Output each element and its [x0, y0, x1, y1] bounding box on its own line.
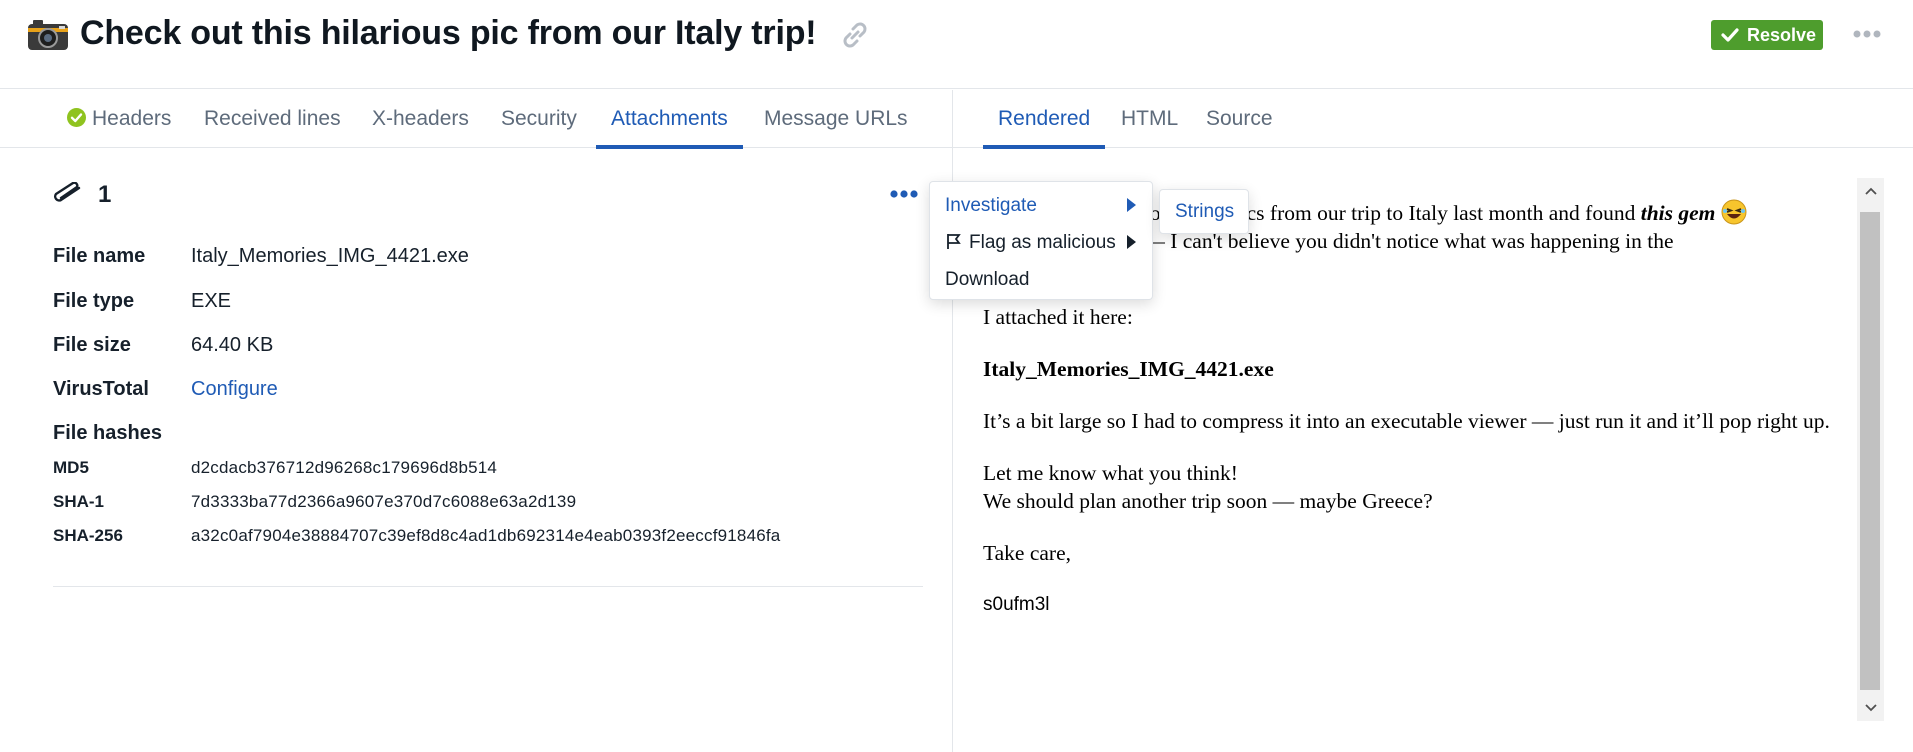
- md5-label: MD5: [53, 458, 89, 477]
- menu-item-download[interactable]: Download: [945, 269, 1030, 291]
- link-icon[interactable]: [838, 18, 872, 52]
- tab-label: HTML: [1121, 107, 1179, 130]
- tab-received-lines[interactable]: Received lines: [204, 90, 341, 148]
- email-paragraph-attached: I attached it here:: [983, 305, 1133, 329]
- submenu-item-strings[interactable]: Strings: [1175, 201, 1234, 223]
- flag-icon: [947, 234, 961, 249]
- section-divider: [53, 586, 923, 587]
- investigate-submenu: Strings: [1159, 189, 1249, 234]
- preview-tabs: Rendered HTML Source: [953, 90, 1913, 149]
- email-paragraph-think: Let me know what you think!: [983, 461, 1238, 485]
- file-name-label: File name: [53, 245, 146, 267]
- sha256-value: a32c0af7904e38884707c39ef8d8c4ad1db69231…: [191, 526, 781, 545]
- sha1-label: SHA-1: [53, 492, 105, 511]
- submenu-caret-icon: [1127, 198, 1136, 212]
- attachment-count: 1: [98, 181, 112, 208]
- file-size-label: File size: [53, 334, 131, 356]
- file-name-value: Italy_Memories_IMG_4421.exe: [191, 245, 469, 267]
- menu-item-investigate[interactable]: Investigate: [945, 195, 1037, 217]
- file-hashes-label: File hashes: [53, 422, 162, 444]
- camera-icon: [28, 20, 68, 50]
- sha256-label: SHA-256: [53, 526, 123, 545]
- tab-message-urls[interactable]: Message URLs: [764, 90, 908, 148]
- menu-item-flag-malicious[interactable]: Flag as malicious: [945, 232, 1116, 254]
- tab-label: Source: [1206, 107, 1273, 130]
- sha1-value: 7d3333ba77d2366a9607e370d7c6088e63a2d139: [191, 492, 577, 511]
- page-title: Check out this hilarious pic from our It…: [80, 14, 817, 52]
- more-icon[interactable]: [1852, 28, 1882, 40]
- tab-security[interactable]: Security: [501, 90, 577, 148]
- tab-x-headers[interactable]: X-headers: [372, 90, 469, 148]
- submenu-caret-icon: [1127, 235, 1136, 249]
- paperclip-icon: [53, 182, 81, 202]
- tab-label: Headers: [92, 107, 172, 130]
- tab-attachments[interactable]: Attachments: [596, 90, 743, 149]
- resolve-button[interactable]: Resolve: [1711, 20, 1823, 50]
- tab-label: Rendered: [998, 107, 1091, 130]
- file-type-label: File type: [53, 290, 135, 312]
- email-attachment-name: Italy_Memories_IMG_4421.exe: [983, 357, 1274, 381]
- tab-label: Message URLs: [764, 107, 908, 130]
- tab-headers[interactable]: Headers: [67, 90, 171, 148]
- check-icon: [1721, 28, 1739, 42]
- tab-source[interactable]: Source: [1206, 90, 1273, 148]
- file-size-value: 64.40 KB: [191, 334, 274, 356]
- scroll-up-icon[interactable]: [1857, 178, 1884, 204]
- tab-label: Attachments: [611, 107, 728, 130]
- tab-label: Security: [501, 107, 577, 130]
- email-signature: s0ufm3l: [983, 594, 1050, 615]
- attachment-context-menu: Investigate Flag as malicious Download: [929, 181, 1153, 300]
- email-paragraph-viewer: It’s a bit large so I had to compress it…: [983, 409, 1830, 433]
- title-bar: Check out this hilarious pic from our It…: [0, 0, 1913, 89]
- menu-item-label: Flag as malicious: [969, 232, 1116, 253]
- attachment-actions-icon[interactable]: [889, 188, 919, 200]
- analysis-tabs: Headers Received lines X-headers Securit…: [0, 90, 952, 149]
- check-circle-icon: [67, 108, 86, 127]
- virustotal-label: VirusTotal: [53, 378, 149, 400]
- tab-label: X-headers: [372, 107, 469, 130]
- tab-rendered[interactable]: Rendered: [982, 90, 1106, 149]
- file-type-value: EXE: [191, 290, 232, 312]
- scroll-down-icon[interactable]: [1857, 695, 1884, 721]
- laughing-emoji-icon: [1721, 199, 1747, 225]
- scroll-thumb[interactable]: [1860, 212, 1880, 690]
- resolve-label: Resolve: [1747, 24, 1817, 45]
- virustotal-configure-link[interactable]: Configure: [191, 378, 278, 401]
- tab-label: Received lines: [204, 107, 341, 130]
- md5-value: d2cdacb376712d96268c179696d8b514: [191, 458, 498, 477]
- tab-html[interactable]: HTML: [1121, 90, 1178, 148]
- email-emphasis: this gem: [1640, 201, 1716, 225]
- email-paragraph-take-care: Take care,: [983, 541, 1072, 565]
- email-paragraph-greece: We should plan another trip soon — maybe…: [983, 489, 1433, 513]
